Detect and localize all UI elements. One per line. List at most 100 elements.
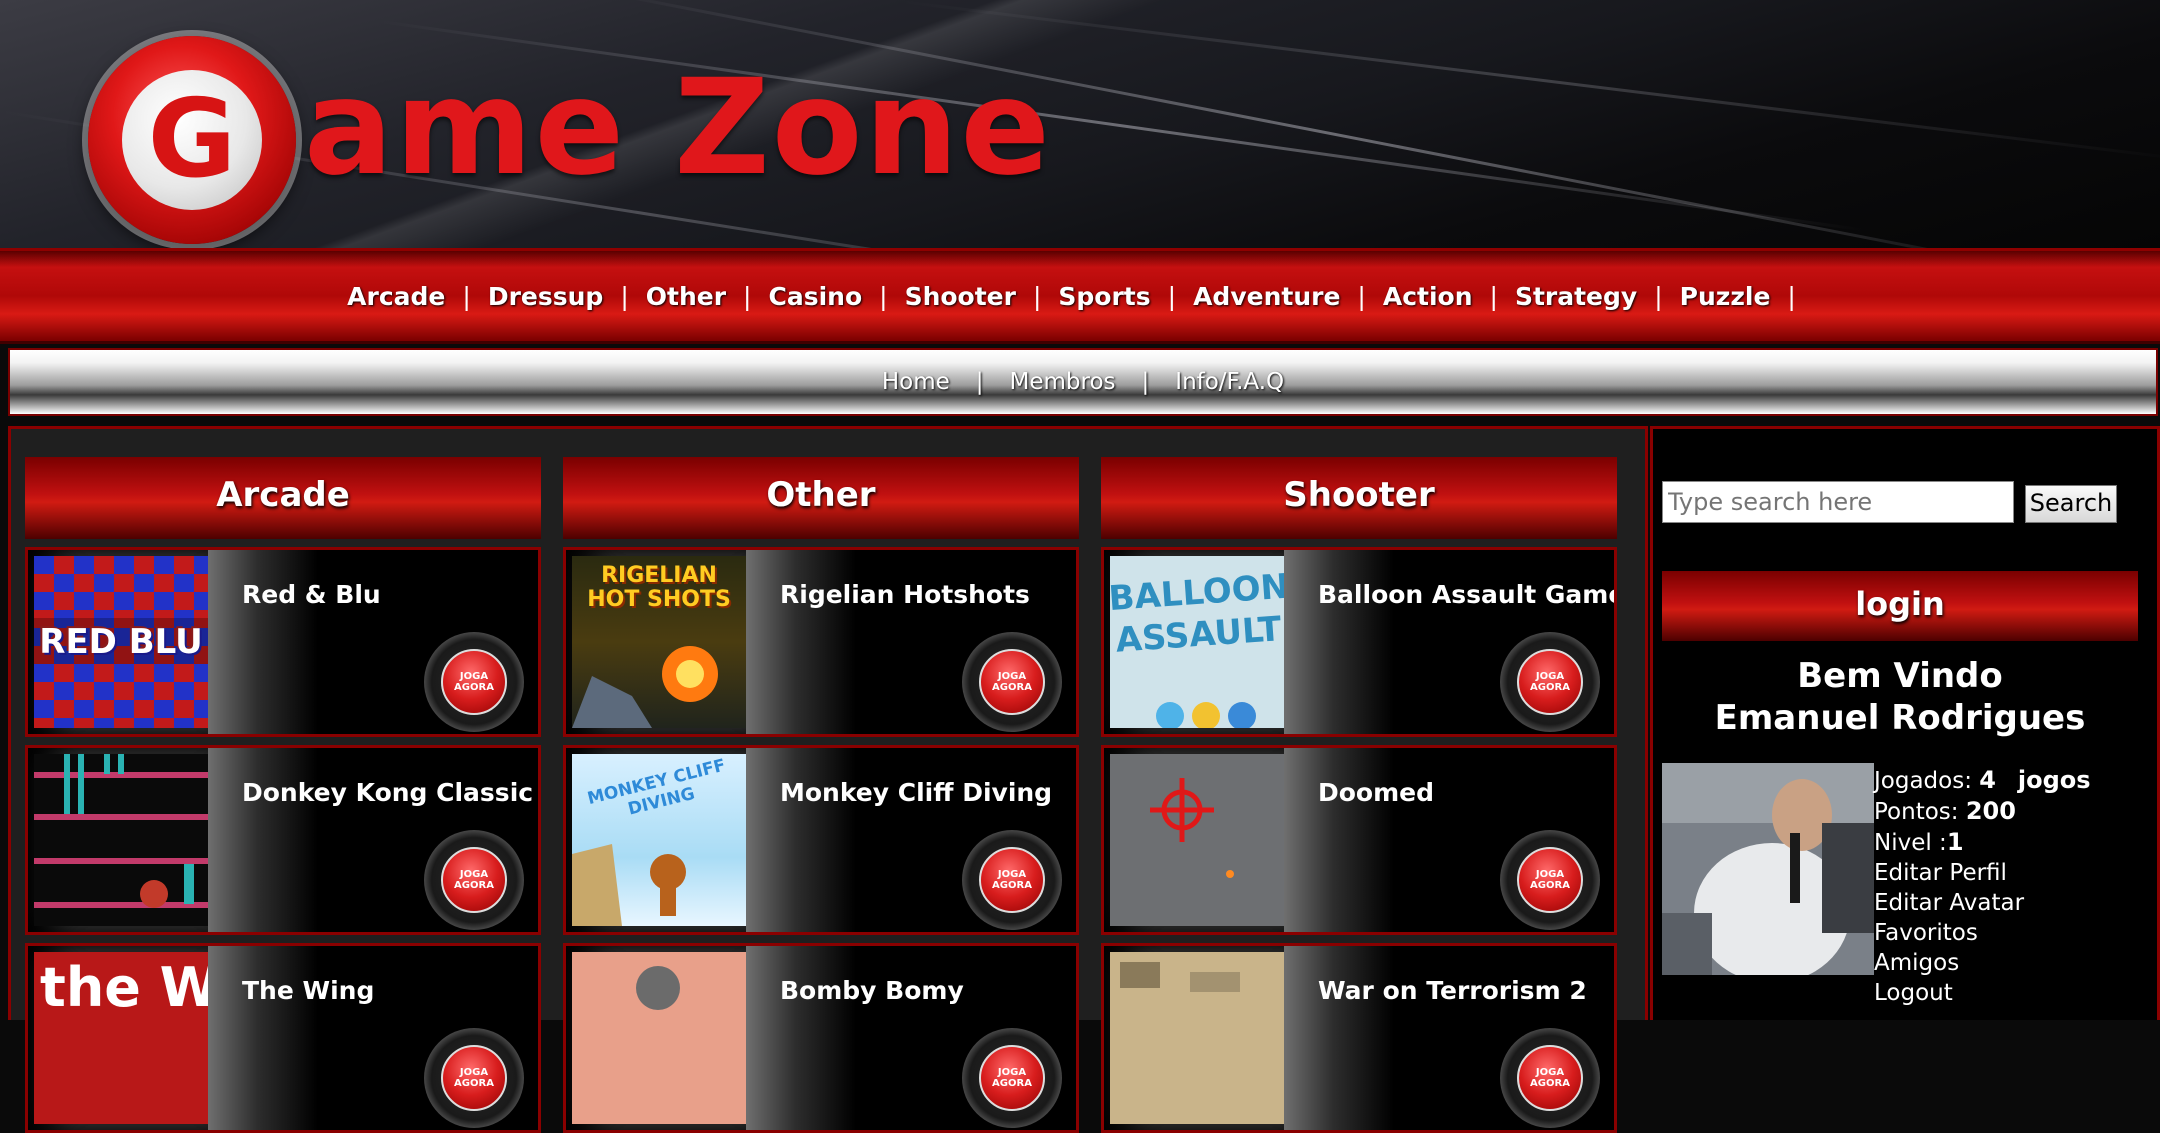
welcome-line: Bem Vindo [1797,656,2003,696]
game-thumbnail[interactable] [572,952,746,1124]
play-now-button[interactable]: JOGA AGORA [1500,830,1600,930]
game-title[interactable]: Red & Blu [242,580,381,609]
play-label-line1: JOGA [997,1067,1027,1078]
user-name: Emanuel Rodrigues [1714,698,2086,738]
nav-adventure[interactable]: Adventure [1193,282,1340,311]
site-header: G ame Zone [0,0,2160,248]
category-column-other: Other RIGELIAN HOT SHOTS Rigelian Hotsho… [563,457,1079,1133]
game-thumbnail[interactable]: BALLOON ASSAULT [1110,556,1284,728]
play-label-line1: JOGA [1535,869,1565,880]
edit-avatar-link[interactable]: Editar Avatar [1874,888,2091,918]
game-card[interactable]: Doomed JOGA AGORA [1101,745,1617,935]
game-card[interactable]: MONKEY CLIFF DIVING Monkey Cliff Diving … [563,745,1079,935]
nav-action[interactable]: Action [1383,282,1473,311]
friends-link[interactable]: Amigos [1874,948,2091,978]
play-now-button[interactable]: JOGA AGORA [1500,1028,1600,1128]
nav-puzzle[interactable]: Puzzle [1680,282,1771,311]
nav-other[interactable]: Other [646,282,726,311]
play-now-badge: JOGA AGORA [1517,649,1583,715]
nav-separator: | [1654,281,1663,311]
nav-shooter[interactable]: Shooter [905,282,1016,311]
game-title[interactable]: Doomed [1318,778,1434,807]
game-card[interactable]: the W The Wing JOGA AGORA [25,943,541,1133]
nav-home[interactable]: Home [882,369,950,395]
game-card[interactable]: BALLOON ASSAULT Balloon Assault Game JOG… [1101,547,1617,737]
game-title[interactable]: Balloon Assault Game [1318,580,1614,609]
play-now-button[interactable]: JOGA AGORA [962,632,1062,732]
sub-nav: Home | Membros | Info/F.A.Q [8,348,2158,416]
stat-points-label: Pontos: [1874,799,1959,825]
nav-membros[interactable]: Membros [1010,369,1116,395]
game-card[interactable]: Bomby Bomy JOGA AGORA [563,943,1079,1133]
thumb-fade [1284,550,1394,734]
nav-info-faq[interactable]: Info/F.A.Q [1175,369,1284,395]
game-title[interactable]: War on Terrorism 2 [1318,976,1587,1005]
game-thumbnail[interactable] [34,754,208,926]
play-label-line2: AGORA [992,880,1032,891]
game-thumbnail[interactable]: RED BLU [34,556,208,728]
game-card[interactable]: War on Terrorism 2 JOGA AGORA [1101,943,1617,1133]
nav-separator: | [1141,369,1150,395]
game-title[interactable]: Bomby Bomy [780,976,964,1005]
play-now-badge: JOGA AGORA [1517,847,1583,913]
game-card[interactable]: Donkey Kong Classic JOGA AGORA [25,745,541,935]
thumb-fade [746,748,856,932]
thumb-fade [746,550,856,734]
play-label-line1: JOGA [459,869,489,880]
category-column-shooter: Shooter BALLOON ASSAULT Balloon Assault … [1101,457,1617,1133]
play-now-button[interactable]: JOGA AGORA [424,830,524,930]
site-logo-text[interactable]: ame Zone [304,62,1052,194]
login-title: login [1662,571,2138,641]
play-now-button[interactable]: JOGA AGORA [424,632,524,732]
thumb-fade [208,550,318,734]
game-thumbnail[interactable]: RIGELIAN HOT SHOTS [572,556,746,728]
nav-strategy[interactable]: Strategy [1515,282,1637,311]
thumb-red-blu-text: RED BLU [39,622,203,662]
user-avatar[interactable] [1662,763,1874,975]
nav-casino[interactable]: Casino [768,282,862,311]
user-stats: Jogados: 4 jogos Pontos: 200 Nivel :1 Ed… [1874,765,2091,1008]
edit-profile-link[interactable]: Editar Perfil [1874,858,2091,888]
game-title[interactable]: Rigelian Hotshots [780,580,1030,609]
logout-link[interactable]: Logout [1874,978,2091,1008]
play-now-button[interactable]: JOGA AGORA [1500,632,1600,732]
column-title[interactable]: Arcade [25,457,541,539]
nav-separator: | [1167,281,1177,311]
nav-separator: | [620,281,629,311]
game-card[interactable]: RIGELIAN HOT SHOTS Rigelian Hotshots JOG… [563,547,1079,737]
play-now-button[interactable]: JOGA AGORA [962,830,1062,930]
play-label-line2: AGORA [454,880,494,891]
thumb-monkey-art [572,844,686,926]
stat-points: Pontos: 200 [1874,796,2091,827]
thumb-doomed-art [1150,778,1234,878]
game-title[interactable]: Monkey Cliff Diving [780,778,1052,807]
sidebar: Search login Bem Vindo Emanuel Rodrigues… [1650,426,2160,1020]
category-column-arcade: Arcade RED BLU Red & Blu JOGA AGORA Donk… [25,457,541,1133]
thumb-war-terrorism-art [1120,962,1240,992]
favorites-link[interactable]: Favoritos [1874,918,2091,948]
thumb-fade [208,748,318,932]
thumb-fade [1284,946,1394,1130]
game-thumbnail[interactable] [1110,754,1284,926]
nav-dressup[interactable]: Dressup [488,282,604,311]
game-thumbnail[interactable]: the W [34,952,208,1124]
welcome-message: Bem Vindo Emanuel Rodrigues [1662,655,2138,739]
nav-arcade[interactable]: Arcade [347,282,445,311]
nav-separator: | [1032,281,1042,311]
game-thumbnail[interactable] [1110,952,1284,1124]
game-title[interactable]: The Wing [242,976,374,1005]
game-card[interactable]: RED BLU Red & Blu JOGA AGORA [25,547,541,737]
play-now-button[interactable]: JOGA AGORA [424,1028,524,1128]
search-button[interactable]: Search [2025,485,2117,523]
search-input[interactable] [1662,481,2014,523]
stat-level: Nivel :1 [1874,827,2091,858]
column-title[interactable]: Other [563,457,1079,539]
column-title[interactable]: Shooter [1101,457,1617,539]
thumb-rigelian-art [572,646,718,728]
nav-sports[interactable]: Sports [1058,282,1150,311]
logo-badge[interactable]: G [88,36,296,244]
game-title[interactable]: Donkey Kong Classic [242,778,533,807]
play-label-line1: JOGA [997,671,1027,682]
play-now-button[interactable]: JOGA AGORA [962,1028,1062,1128]
game-thumbnail[interactable]: MONKEY CLIFF DIVING [572,754,746,926]
